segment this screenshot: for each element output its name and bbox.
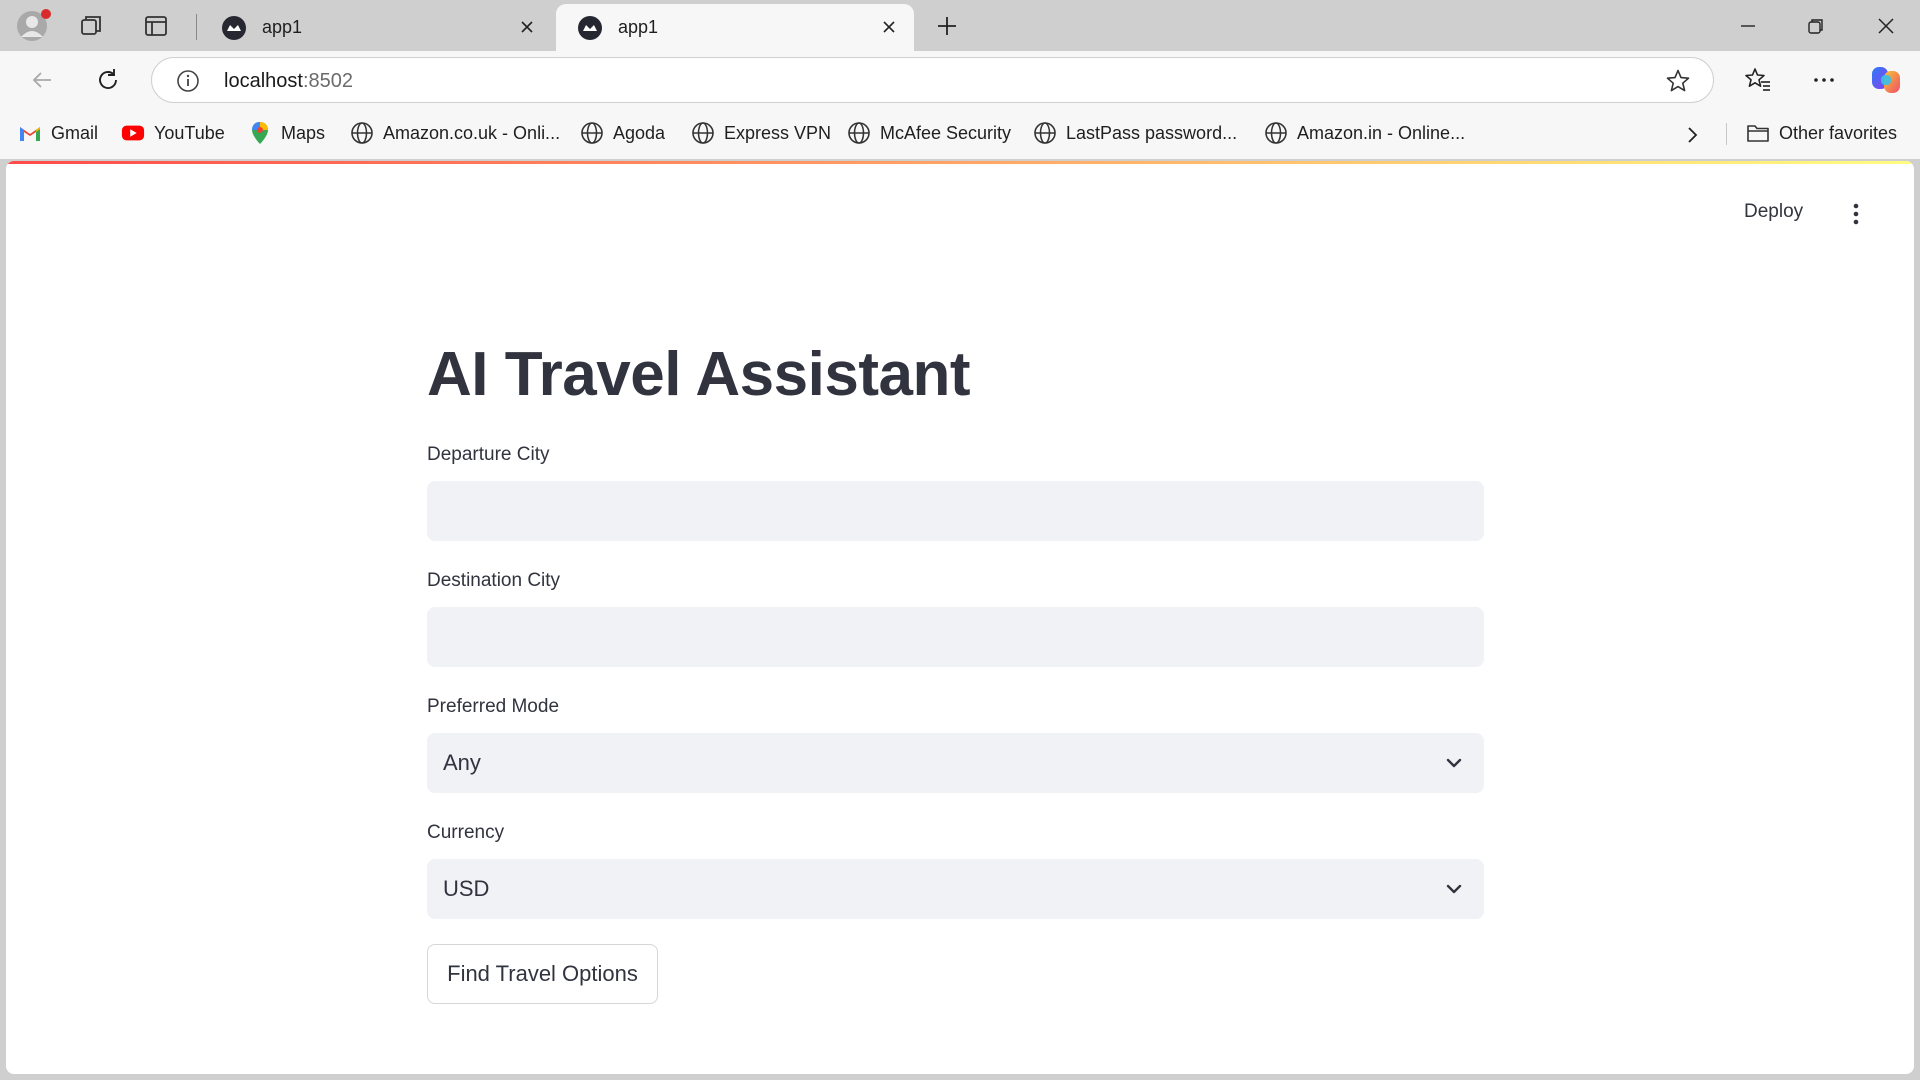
profile-icon: [17, 9, 51, 41]
preferred-mode-select[interactable]: Any: [427, 733, 1484, 793]
bookmark-gmail[interactable]: Gmail: [18, 120, 98, 146]
globe-icon: [580, 121, 604, 145]
bookmark-label: YouTube: [154, 122, 225, 143]
tab-app1-inactive[interactable]: app1: [200, 4, 552, 51]
bookmark-youtube[interactable]: YouTube: [121, 120, 225, 146]
site-info-icon[interactable]: [176, 69, 200, 93]
favorites-button[interactable]: [1740, 62, 1776, 98]
globe-icon: [1033, 121, 1057, 145]
bookmark-lastpass[interactable]: LastPass password...: [1033, 120, 1237, 146]
currency-label: Currency: [427, 822, 505, 843]
bookmark-label: McAfee Security: [880, 122, 1012, 143]
globe-icon: [691, 121, 715, 145]
preferred-mode-value: Any: [443, 750, 481, 775]
deploy-button[interactable]: Deploy: [1744, 201, 1803, 223]
destination-city-label: Destination City: [427, 570, 561, 591]
tab-close-icon[interactable]: [878, 16, 900, 38]
currency-select[interactable]: USD: [427, 859, 1484, 919]
bookmarks-overflow-button[interactable]: [1678, 121, 1706, 149]
more-horizontal-icon: [1814, 78, 1834, 82]
bookmark-label: Other favorites: [1779, 122, 1898, 143]
currency-value: USD: [443, 876, 490, 901]
tab-separator: [196, 14, 197, 40]
tab-strip: app1 app1: [0, 0, 1920, 51]
url-host: localhost: [224, 70, 303, 92]
tab-close-icon[interactable]: [516, 16, 538, 38]
bookmark-agoda[interactable]: Agoda: [580, 120, 665, 146]
page-title: AI Travel Assistant: [427, 340, 971, 409]
restore-button[interactable]: [1796, 10, 1836, 42]
minimize-icon: [1741, 25, 1755, 27]
bookmark-express-vpn[interactable]: Express VPN: [691, 120, 831, 146]
refresh-button[interactable]: [90, 62, 126, 98]
more-vertical-icon: [1853, 203, 1859, 225]
back-arrow-icon: [32, 72, 51, 88]
gmail-icon: [18, 121, 42, 145]
decoration-bar: [6, 161, 1914, 164]
new-tab-button[interactable]: [930, 11, 964, 41]
chevron-down-icon: [1446, 758, 1462, 768]
minimize-button[interactable]: [1728, 10, 1768, 42]
bookmark-label: Amazon.co.uk - Onli...: [383, 122, 561, 143]
profile-avatar[interactable]: [17, 9, 51, 43]
back-button[interactable]: [24, 62, 60, 98]
workspaces-icon[interactable]: [77, 11, 107, 41]
bookmark-amazon-uk[interactable]: Amazon.co.uk - Onli...: [350, 120, 560, 146]
preferred-mode-label: Preferred Mode: [427, 696, 560, 717]
browser-toolbar: localhost:8502: [0, 51, 1920, 109]
bookmark-label: Maps: [281, 122, 326, 143]
folder-icon: [1746, 121, 1770, 145]
close-icon: [1878, 18, 1894, 34]
bookmark-label: Amazon.in - Online...: [1297, 122, 1466, 143]
plus-icon: [938, 17, 956, 35]
settings-more-button[interactable]: [1806, 62, 1842, 98]
address-url[interactable]: localhost:8502: [224, 70, 353, 93]
copilot-icon: [1872, 67, 1900, 93]
bookmarks-bar: Gmail YouTube Maps Amazon.co.uk - Onli..…: [0, 109, 1920, 159]
address-bar[interactable]: localhost:8502: [151, 57, 1714, 103]
find-travel-options-button[interactable]: Find Travel Options: [427, 944, 658, 1004]
bookmark-other-favorites[interactable]: Other favorites: [1746, 120, 1897, 146]
tab-app1-active[interactable]: app1: [556, 4, 914, 51]
departure-city-label: Departure City: [427, 444, 550, 465]
tab-title: app1: [618, 17, 659, 37]
bookmarks-separator: [1726, 123, 1727, 145]
maps-icon: [248, 121, 272, 145]
globe-icon: [847, 121, 871, 145]
restore-icon: [1808, 19, 1823, 34]
copilot-button[interactable]: [1868, 62, 1904, 98]
streamlit-favicon-icon: [578, 15, 602, 40]
main-menu-button[interactable]: [1845, 201, 1867, 227]
favorite-star-icon[interactable]: [1665, 68, 1691, 94]
bookmark-maps[interactable]: Maps: [248, 120, 325, 146]
departure-city-input[interactable]: [427, 481, 1484, 541]
youtube-icon: [121, 121, 145, 145]
bookmark-label: Agoda: [613, 122, 666, 143]
bookmark-label: Express VPN: [724, 122, 832, 143]
close-window-button[interactable]: [1866, 10, 1906, 42]
bookmark-mcafee[interactable]: McAfee Security: [847, 120, 1011, 146]
bookmark-label: LastPass password...: [1066, 122, 1238, 143]
destination-city-input[interactable]: [427, 607, 1484, 667]
chevron-down-icon: [1446, 884, 1462, 894]
bookmark-label: Gmail: [51, 122, 99, 143]
refresh-icon: [99, 69, 117, 89]
window-bottom-edge: [0, 1074, 1920, 1080]
favorites-list-icon: [1745, 68, 1770, 91]
bookmark-amazon-in[interactable]: Amazon.in - Online...: [1264, 120, 1465, 146]
url-port: :8502: [302, 70, 353, 92]
tab-title: app1: [262, 17, 303, 37]
page-viewport: Deploy AI Travel Assistant Departure Cit…: [6, 161, 1914, 1074]
chevron-right-icon: [1688, 127, 1698, 143]
streamlit-favicon-icon: [222, 15, 246, 40]
vertical-tabs-icon[interactable]: [141, 11, 171, 41]
globe-icon: [350, 121, 374, 145]
globe-icon: [1264, 121, 1288, 145]
